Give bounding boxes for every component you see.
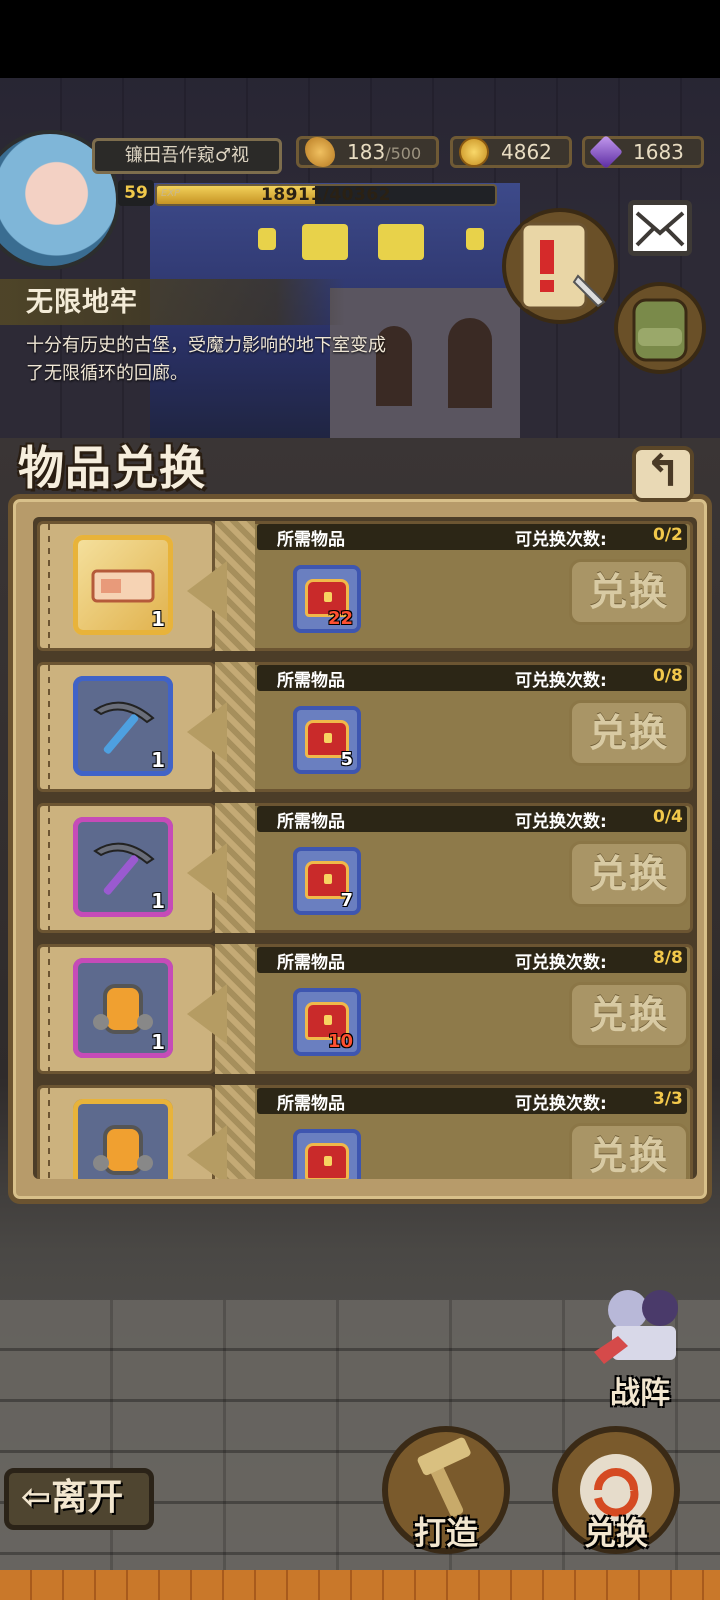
exp-bar: EXP 18911/40362 [155, 184, 497, 206]
dungeon-description: 十分有历史的古堡，受魔力影响的地下室变成了无限循环的回廊。 [26, 335, 386, 384]
stamina-counter[interactable]: 183/500 [296, 136, 439, 168]
reward-item[interactable] [73, 1099, 173, 1179]
stamina-value: 183 [347, 140, 386, 164]
treasure-chest-icon [305, 1143, 349, 1179]
bottom-border [0, 1570, 720, 1600]
count-label: 可兑换次数: [515, 1094, 607, 1114]
exchange-button[interactable]: 兑换 [569, 559, 689, 625]
required-item[interactable]: 5 [293, 706, 361, 774]
reward-item[interactable]: 1 [73, 676, 173, 776]
reward-item[interactable]: 1 [73, 817, 173, 917]
gold-coin-icon [459, 137, 489, 167]
dungeon-title: 无限地牢 [26, 287, 138, 318]
exp-text: 18911/40362 [261, 185, 391, 205]
count-label: 可兑换次数: [515, 812, 607, 832]
envelope-icon [635, 211, 685, 247]
arrow-icon [187, 984, 227, 1044]
window [302, 224, 348, 260]
exchange-button[interactable]: 兑换 [569, 1123, 689, 1179]
ticket-icon [87, 549, 159, 621]
required-label: 所需物品 [277, 812, 345, 832]
required-item[interactable] [293, 1129, 361, 1179]
arrow-icon [187, 1125, 227, 1179]
stamina-max: /500 [385, 144, 422, 163]
door [448, 318, 492, 408]
exchange-panel: 所需物品 可兑换次数: 0/2 1 22 兑换 所需物品 可兑换次数: 0/8 … [8, 494, 712, 1204]
window [378, 224, 424, 260]
backpack-icon[interactable] [612, 276, 708, 376]
window [258, 228, 276, 250]
required-item[interactable]: 10 [293, 988, 361, 1056]
mail-button[interactable] [628, 200, 692, 256]
purple-gem-icon [589, 135, 623, 169]
lantern-icon [87, 972, 159, 1044]
exchange-row: 所需物品 可兑换次数: 0/4 1 7 兑换 [37, 803, 693, 933]
leave-label: 离开 [51, 1477, 124, 1518]
exchange-button[interactable]: 兑换 [569, 982, 689, 1048]
pickaxe-blue-icon [87, 690, 159, 762]
exchange-nav-label: 兑换 [583, 1514, 648, 1552]
arrow-icon [187, 702, 227, 762]
count-value: 0/4 [653, 807, 683, 827]
panel-title: 物品兑换 [18, 441, 206, 495]
count-label: 可兑换次数: [515, 953, 607, 973]
exchange-button[interactable]: 兑换 [569, 841, 689, 907]
left-arrow-icon: ⇦ [21, 1477, 52, 1518]
exchange-list[interactable]: 所需物品 可兑换次数: 0/2 1 22 兑换 所需物品 可兑换次数: 0/8 … [33, 517, 697, 1179]
arrow-icon [187, 561, 227, 621]
craft-label: 打造 [413, 1514, 478, 1552]
count-value: 0/8 [653, 666, 683, 686]
required-qty: 22 [327, 608, 353, 629]
status-bar-area [0, 0, 720, 78]
exchange-row: 所需物品 可兑换次数: 0/8 1 5 兑换 [37, 662, 693, 792]
count-label: 可兑换次数: [515, 671, 607, 691]
required-label: 所需物品 [277, 530, 345, 550]
window [466, 228, 484, 250]
gem-value: 1683 [633, 140, 684, 164]
team-label[interactable]: 战阵 [610, 1368, 670, 1412]
reward-qty: 1 [151, 748, 165, 772]
count-value: 8/8 [653, 948, 683, 968]
reward-qty: 1 [151, 889, 165, 913]
back-button[interactable]: ↰ [632, 446, 694, 502]
count-value: 0/2 [653, 525, 683, 545]
pickaxe-purple-icon [87, 831, 159, 903]
craft-button[interactable]: 打造 [382, 1426, 510, 1554]
required-label: 所需物品 [277, 953, 345, 973]
reward-item[interactable]: 1 [73, 958, 173, 1058]
exchange-button[interactable]: 兑换 [569, 700, 689, 766]
reward-item[interactable]: 1 [73, 535, 173, 635]
count-value: 3/3 [653, 1089, 683, 1109]
gem-counter[interactable]: 1683 [582, 135, 704, 169]
reward-qty: 1 [151, 607, 165, 631]
reward-qty: 1 [151, 1030, 165, 1054]
required-item[interactable]: 22 [293, 565, 361, 633]
gold-value: 4862 [501, 140, 552, 164]
player-level: 59 [118, 180, 154, 206]
return-arrow-icon: ↰ [644, 446, 682, 497]
bread-icon [305, 137, 335, 167]
team-characters-icon[interactable] [588, 1282, 698, 1372]
quest-scroll-icon[interactable] [500, 206, 620, 326]
required-qty: 10 [327, 1031, 353, 1052]
arrow-icon [187, 843, 227, 903]
exchange-nav-button[interactable]: 兑换 [552, 1426, 680, 1554]
player-name: 镰田吾作窥♂视 [92, 138, 282, 174]
crystal-lantern-icon [87, 1113, 159, 1179]
exchange-row: 所需物品 可兑换次数: 3/3 兑换 [37, 1085, 693, 1179]
exchange-row: 所需物品 可兑换次数: 8/8 1 10 兑换 [37, 944, 693, 1074]
gold-counter[interactable]: 4862 [450, 136, 572, 168]
leave-button[interactable]: ⇦离开 [4, 1468, 154, 1530]
required-qty: 5 [340, 749, 353, 770]
count-label: 可兑换次数: [515, 530, 607, 550]
required-label: 所需物品 [277, 671, 345, 691]
required-label: 所需物品 [277, 1094, 345, 1114]
required-item[interactable]: 7 [293, 847, 361, 915]
required-qty: 7 [340, 890, 353, 911]
exchange-row: 所需物品 可兑换次数: 0/2 1 22 兑换 [37, 521, 693, 651]
